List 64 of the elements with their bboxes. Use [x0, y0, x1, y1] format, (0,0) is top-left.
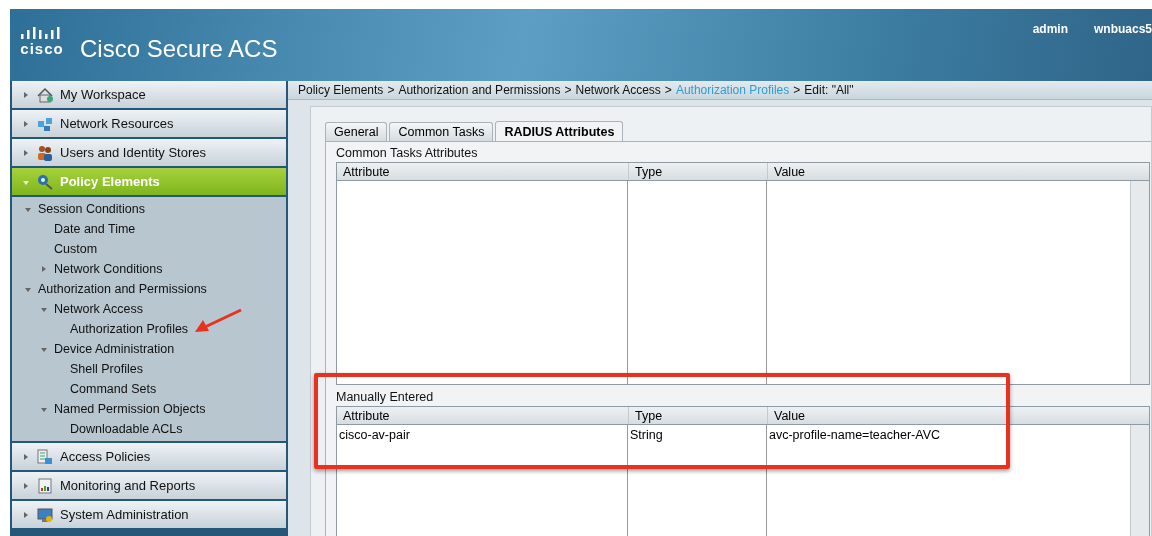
sidebar-section[interactable]: Access Policies	[12, 443, 286, 470]
section-icon	[36, 505, 54, 524]
tree-item[interactable]: Network Access	[54, 299, 143, 319]
tab[interactable]: RADIUS Attributes	[495, 121, 624, 142]
tree-item[interactable]: Session Conditions	[38, 199, 145, 219]
section-title: Common Tasks Attributes	[336, 145, 479, 161]
tree-item[interactable]: Downloadable ACLs	[70, 419, 183, 439]
tree-item[interactable]: Network Conditions	[54, 259, 163, 279]
column-header: Type	[628, 407, 767, 424]
tree-item[interactable]: Named Permission Objects	[54, 399, 206, 419]
breadcrumb-item: Policy Elements	[298, 82, 384, 99]
section-title: Manually Entered	[336, 389, 435, 405]
app-title: Cisco Secure ACS	[80, 34, 278, 61]
breadcrumb-separator: >	[793, 82, 801, 99]
breadcrumb-item: Authorization and Permissions	[398, 82, 561, 99]
server-name: wnbuacs5	[1093, 21, 1152, 38]
sidebar-section[interactable]: Network Resources	[12, 110, 286, 137]
tree-item[interactable]: Shell Profiles	[70, 359, 143, 379]
section-icon	[36, 143, 54, 162]
tree-item[interactable]: Custom	[54, 239, 98, 259]
expanded-caret-icon[interactable]	[24, 205, 32, 213]
collapsed-caret-icon[interactable]	[22, 481, 30, 490]
collapsed-caret-icon[interactable]	[22, 510, 30, 519]
expanded-caret-icon[interactable]	[40, 345, 48, 353]
scrollbar[interactable]	[1130, 425, 1149, 536]
tree-item[interactable]: Date and Time	[54, 219, 136, 239]
collapsed-caret-icon[interactable]	[22, 119, 30, 128]
breadcrumb-item: Edit: "All"	[804, 82, 854, 99]
column-header: Value	[767, 407, 1130, 424]
sidebar-section[interactable]: Monitoring and Reports	[12, 472, 286, 499]
sidebar-section[interactable]: System Administration	[12, 501, 286, 528]
tab[interactable]: Common Tasks	[389, 122, 494, 141]
collapsed-caret-icon[interactable]	[22, 148, 30, 157]
table-cell-text: cisco-av-pair	[338, 427, 411, 444]
section-icon	[36, 476, 54, 495]
expanded-caret-icon[interactable]	[24, 285, 32, 293]
breadcrumb-separator: >	[664, 82, 672, 99]
breadcrumb-separator: >	[387, 82, 395, 99]
table-cell-text: String	[629, 427, 664, 444]
column-header: Type	[628, 163, 767, 180]
collapsed-caret-icon[interactable]	[22, 452, 30, 461]
section-icon	[36, 447, 54, 466]
logo-text: cisco	[20, 41, 64, 57]
tree-item[interactable]: Device Administration	[54, 339, 175, 359]
sidebar-section[interactable]: Users and Identity Stores	[12, 139, 286, 166]
collapsed-caret-icon[interactable]	[22, 90, 30, 99]
breadcrumb-item: Network Access	[575, 82, 661, 99]
tree-item[interactable]: Authorization Profiles	[70, 319, 189, 339]
column-header: Attribute	[342, 164, 391, 180]
section-icon	[36, 85, 54, 104]
table-cell-text: avc-profile-name=teacher-AVC	[768, 427, 942, 444]
scrollbar[interactable]	[1130, 181, 1149, 384]
tab[interactable]: General	[325, 122, 388, 141]
collapsed-caret-icon[interactable]	[40, 265, 48, 273]
expanded-caret-icon[interactable]	[40, 305, 48, 313]
sidebar-section[interactable]: My Workspace	[12, 81, 286, 108]
column-header: Attribute	[342, 408, 391, 424]
column-header: Value	[767, 163, 1130, 180]
tree-item[interactable]: Command Sets	[70, 379, 157, 399]
user-name: admin	[1032, 21, 1068, 38]
breadcrumb-separator: >	[564, 82, 572, 99]
tree-item[interactable]: Authorization and Permissions	[38, 279, 207, 299]
section-icon	[36, 172, 54, 191]
expanded-caret-icon[interactable]	[40, 405, 48, 413]
